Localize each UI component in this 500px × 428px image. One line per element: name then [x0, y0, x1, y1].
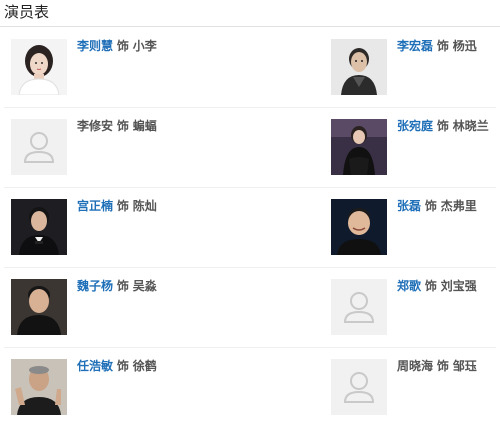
role-connector: 饰	[424, 279, 437, 293]
placeholder-user-icon	[11, 119, 67, 175]
actor-photo[interactable]	[331, 199, 387, 255]
cast-item: 张宛庭 饰 林晓兰	[331, 119, 500, 179]
actor-name-link[interactable]: 宫正楠	[77, 199, 113, 213]
actor-name-link[interactable]: 魏子杨	[77, 279, 113, 293]
actor-photo[interactable]	[331, 119, 387, 175]
role-name: 吴淼	[132, 279, 157, 293]
placeholder-user-icon	[331, 359, 387, 415]
cast-item: 宫正楠 饰 陈灿	[11, 199, 231, 259]
cast-item: 李宏磊 饰 杨迅	[331, 39, 500, 99]
cast-item: 任浩敏 饰 徐鹤	[11, 359, 231, 419]
role-connector: 饰	[116, 119, 129, 133]
role-connector: 饰	[436, 359, 449, 373]
actor-name-link[interactable]: 李则慧	[77, 39, 113, 53]
actor-name-link[interactable]: 郑歌	[397, 279, 421, 293]
actor-photo[interactable]	[11, 39, 67, 95]
placeholder-user-icon	[331, 279, 387, 335]
actor-photo[interactable]	[11, 279, 67, 335]
actor-name: 周晓海	[397, 359, 434, 373]
actor-name-link[interactable]: 李宏磊	[397, 39, 433, 53]
role-name: 徐鹤	[132, 359, 157, 373]
role-name: 邹珏	[452, 359, 477, 373]
role-name: 林晓兰	[452, 119, 489, 133]
actor-photo[interactable]	[331, 39, 387, 95]
role-connector: 饰	[436, 119, 449, 133]
role-name: 杰弗里	[440, 199, 477, 213]
cast-item: 郑歌 饰 刘宝强	[331, 279, 500, 339]
cast-item: 周晓海 饰 邹珏	[331, 359, 500, 419]
section-title: 演员表	[4, 3, 50, 21]
role-name: 刘宝强	[440, 279, 477, 293]
actor-name-link[interactable]: 任浩敏	[77, 359, 113, 373]
role-name: 小李	[132, 39, 157, 53]
role-name: 蝙蝠	[132, 119, 157, 133]
actor-photo[interactable]	[11, 199, 67, 255]
actor-photo[interactable]	[11, 359, 67, 415]
row-divider	[4, 107, 496, 108]
row-divider	[4, 267, 496, 268]
role-connector: 饰	[116, 279, 129, 293]
role-connector: 饰	[116, 39, 129, 53]
cast-item: 魏子杨 饰 吴淼	[11, 279, 231, 339]
cast-item: 李修安 饰 蝙蝠	[11, 119, 231, 179]
row-divider	[4, 347, 496, 348]
title-divider	[0, 26, 500, 27]
role-connector: 饰	[116, 199, 129, 213]
role-name: 杨迅	[452, 39, 477, 53]
role-connector: 饰	[436, 39, 449, 53]
role-name: 陈灿	[132, 199, 157, 213]
actor-name-link[interactable]: 张磊	[397, 199, 421, 213]
role-connector: 饰	[424, 199, 437, 213]
cast-item: 张磊 饰 杰弗里	[331, 199, 500, 259]
row-divider	[4, 187, 496, 188]
actor-name: 李修安	[77, 119, 114, 133]
role-connector: 饰	[116, 359, 129, 373]
cast-item: 李则慧 饰 小李	[11, 39, 231, 99]
actor-name-link[interactable]: 张宛庭	[397, 119, 433, 133]
